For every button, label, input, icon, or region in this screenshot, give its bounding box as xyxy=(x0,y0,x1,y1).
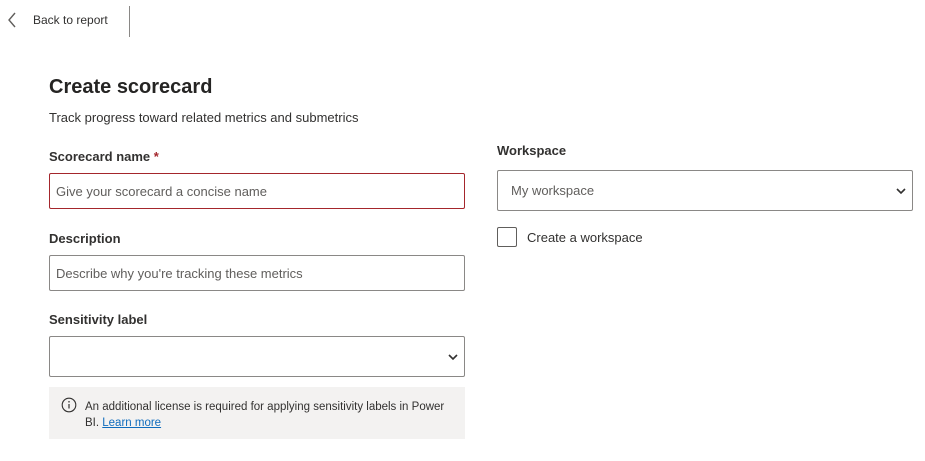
sensitivity-label-label: Sensitivity label xyxy=(49,312,148,327)
description-input[interactable] xyxy=(49,255,465,291)
info-circle-icon xyxy=(61,397,77,413)
back-to-report-label: Back to report xyxy=(33,13,108,27)
scorecard-name-label: Scorecard name * xyxy=(49,149,159,164)
create-workspace-option[interactable]: Create a workspace xyxy=(497,227,643,247)
sensitivity-info-box: An additional license is required for ap… xyxy=(49,387,465,439)
scorecard-name-label-text: Scorecard name xyxy=(49,149,151,164)
top-bar: Back to report xyxy=(0,0,925,38)
chevron-down-icon xyxy=(448,354,458,361)
scorecard-name-input[interactable] xyxy=(49,173,465,209)
description-label: Description xyxy=(49,231,121,246)
info-message: An additional license is required for ap… xyxy=(85,399,445,431)
create-workspace-checkbox[interactable] xyxy=(497,227,517,247)
sensitivity-label-dropdown[interactable] xyxy=(49,336,465,377)
workspace-dropdown[interactable]: My workspace xyxy=(497,170,913,211)
create-workspace-label: Create a workspace xyxy=(527,229,643,245)
chevron-down-icon xyxy=(896,188,906,195)
workspace-label: Workspace xyxy=(497,143,567,158)
back-to-report-button[interactable]: Back to report xyxy=(6,9,108,31)
learn-more-link[interactable]: Learn more xyxy=(102,417,161,429)
page-subtitle: Track progress toward related metrics an… xyxy=(49,110,359,125)
chevron-left-icon xyxy=(8,12,16,28)
required-mark: * xyxy=(153,149,159,164)
page-title: Create scorecard xyxy=(49,76,213,98)
topbar-divider xyxy=(129,6,130,37)
workspace-value: My workspace xyxy=(511,183,595,198)
